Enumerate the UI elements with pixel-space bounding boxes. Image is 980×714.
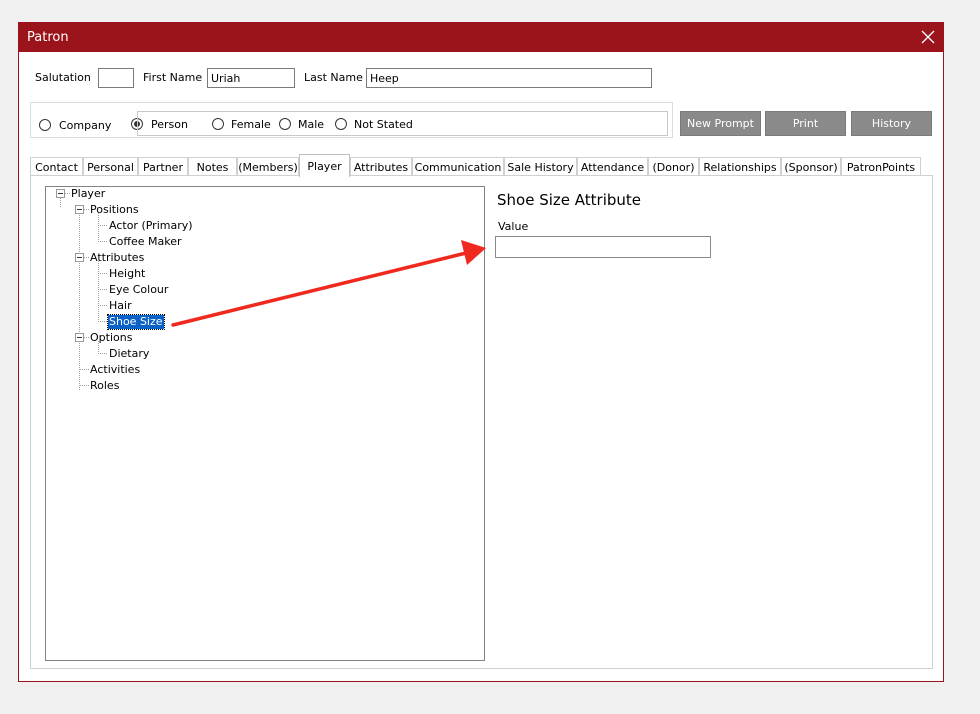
company-radio-label[interactable]: Company — [59, 119, 111, 132]
close-button[interactable] — [913, 23, 943, 52]
close-icon — [921, 30, 935, 44]
value-label: Value — [498, 220, 529, 233]
tab-members[interactable]: (Members) — [237, 157, 299, 176]
title-bar[interactable]: Patron — [19, 23, 943, 52]
salutation-input[interactable] — [98, 68, 134, 88]
not-stated-radio[interactable] — [335, 118, 347, 130]
male-radio[interactable] — [279, 118, 291, 130]
tree-node-positions[interactable]: Positions — [90, 203, 139, 217]
tab-player[interactable]: Player — [299, 154, 350, 177]
player-tab-panel: Player Positions Actor (Primary) Coffee … — [30, 175, 933, 669]
tree-line — [98, 241, 107, 242]
tab-notes[interactable]: Notes — [188, 157, 237, 176]
last-name-label: Last Name — [304, 71, 363, 84]
last-name-input[interactable]: Heep — [366, 68, 652, 88]
tab-contact[interactable]: Contact — [30, 157, 83, 176]
tab-donor[interactable]: (Donor) — [648, 157, 699, 176]
collapse-icon[interactable] — [56, 189, 65, 198]
new-prompt-button[interactable]: New Prompt — [680, 111, 761, 136]
tree-node-player[interactable]: Player — [71, 187, 105, 201]
attribute-title: Shoe Size Attribute — [497, 191, 641, 209]
tree-node-attributes[interactable]: Attributes — [90, 251, 144, 265]
first-name-input[interactable]: Uriah — [207, 68, 295, 88]
male-radio-label[interactable]: Male — [298, 118, 324, 131]
tree-node-dietary[interactable]: Dietary — [109, 347, 149, 361]
collapse-icon[interactable] — [75, 333, 84, 342]
tab-communication[interactable]: Communication — [412, 157, 504, 176]
tree-line — [98, 353, 107, 354]
tab-sale-history[interactable]: Sale History — [504, 157, 577, 176]
collapse-icon[interactable] — [75, 253, 84, 262]
person-options-frame: Person Female Male Not Stated — [137, 111, 668, 136]
tree-line — [79, 369, 89, 370]
tree-node-coffee-maker[interactable]: Coffee Maker — [109, 235, 182, 249]
patron-type-group: Company Person Female Male Not Stated — [30, 102, 673, 138]
salutation-label: Salutation — [35, 71, 91, 84]
first-name-label: First Name — [143, 71, 203, 84]
tab-attributes[interactable]: Attributes — [350, 157, 412, 176]
tree-node-activities[interactable]: Activities — [90, 363, 140, 377]
tree-node-options[interactable]: Options — [90, 331, 132, 345]
tree-line — [79, 385, 89, 386]
tree-line — [98, 273, 107, 274]
tab-partner[interactable]: Partner — [138, 157, 188, 176]
tab-sponsor[interactable]: (Sponsor) — [781, 157, 841, 176]
tree-line — [98, 321, 107, 322]
tree-line — [98, 261, 99, 320]
tree-node-actor-primary[interactable]: Actor (Primary) — [109, 219, 193, 233]
tree-line — [98, 225, 107, 226]
print-button[interactable]: Print — [765, 111, 846, 136]
tab-patronpoints[interactable]: PatronPoints — [841, 157, 921, 176]
tree-line — [84, 337, 89, 338]
tree-node-hair[interactable]: Hair — [109, 299, 132, 313]
player-tree[interactable]: Player Positions Actor (Primary) Coffee … — [45, 186, 485, 661]
patron-window: Patron Salutation First Name Uriah Last … — [18, 22, 944, 682]
tree-line — [98, 213, 99, 240]
tree-line — [84, 209, 89, 210]
tree-node-roles[interactable]: Roles — [90, 379, 119, 393]
tree-line — [98, 289, 107, 290]
tree-node-eye-colour[interactable]: Eye Colour — [109, 283, 168, 297]
history-button[interactable]: History — [851, 111, 932, 136]
tree-node-shoe-size[interactable]: Shoe Size — [107, 314, 165, 330]
tree-line — [79, 212, 80, 390]
female-radio[interactable] — [212, 118, 224, 130]
company-radio[interactable] — [39, 119, 51, 131]
tab-personal[interactable]: Personal — [83, 157, 138, 176]
not-stated-radio-label[interactable]: Not Stated — [354, 118, 413, 131]
tree-line — [98, 305, 107, 306]
female-radio-label[interactable]: Female — [231, 118, 271, 131]
tree-node-height[interactable]: Height — [109, 267, 145, 281]
tab-relationships[interactable]: Relationships — [699, 157, 781, 176]
window-title: Patron — [27, 30, 69, 45]
value-input[interactable] — [495, 236, 711, 258]
tab-attendance[interactable]: Attendance — [577, 157, 648, 176]
collapse-icon[interactable] — [75, 205, 84, 214]
tree-line — [60, 197, 61, 207]
tree-line — [84, 257, 89, 258]
person-radio-label[interactable]: Person — [151, 118, 188, 131]
tree-line — [65, 193, 70, 194]
